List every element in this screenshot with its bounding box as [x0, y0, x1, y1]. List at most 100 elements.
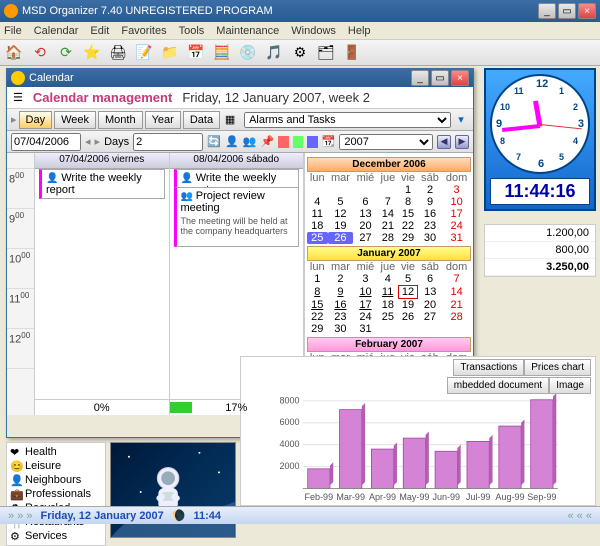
- days-label: Days: [104, 136, 129, 148]
- back-icon[interactable]: ⟲: [30, 43, 50, 63]
- menu-help[interactable]: Help: [348, 25, 371, 37]
- tab-transactions[interactable]: Transactions: [453, 359, 524, 376]
- disc-icon[interactable]: 💿: [238, 43, 258, 63]
- menu-favorites[interactable]: Favorites: [121, 25, 166, 37]
- clock-time: 11:44:16: [490, 178, 590, 205]
- exit-icon[interactable]: 🚪: [342, 43, 362, 63]
- hour-hand: [533, 100, 542, 126]
- color1-icon[interactable]: [278, 136, 288, 148]
- minical-jan-grid[interactable]: lunmarmiéjueviesábdom 1234567 8910111213…: [307, 261, 471, 335]
- forward-icon[interactable]: ⟳: [56, 43, 76, 63]
- list-item[interactable]: ❤Health: [9, 445, 103, 459]
- calendar-window-icon: [11, 71, 25, 85]
- svg-text:8000: 8000: [280, 395, 300, 405]
- folder-icon[interactable]: 📁: [160, 43, 180, 63]
- briefcase-icon: 💼: [10, 488, 22, 500]
- svg-text:2000: 2000: [280, 461, 300, 471]
- date-next-icon[interactable]: ▸: [95, 135, 101, 148]
- grid-icon[interactable]: ▦: [222, 112, 238, 128]
- calendar-titlebar[interactable]: Calendar _ ▭ ×: [7, 69, 473, 87]
- calendar-header: ☰ Calendar management Friday, 12 January…: [7, 87, 473, 109]
- svg-text:Aug-99: Aug-99: [495, 492, 524, 502]
- year-prev-icon[interactable]: ◀: [437, 135, 451, 149]
- view-month-button[interactable]: Month: [98, 111, 143, 129]
- group-icon[interactable]: 👥: [243, 134, 257, 150]
- music-icon[interactable]: 🎵: [264, 43, 284, 63]
- date-input[interactable]: [11, 133, 81, 151]
- print-icon[interactable]: 🖨: [108, 43, 128, 63]
- date-prev-icon[interactable]: ◂: [85, 135, 91, 148]
- calc-icon[interactable]: 🧮: [212, 43, 232, 63]
- menu-file[interactable]: File: [4, 25, 22, 37]
- color2-icon[interactable]: [293, 136, 303, 148]
- clock-face: 12 3 6 9 1 2 4 5 7 8 10 11: [490, 74, 590, 174]
- view-day-button[interactable]: Day: [19, 111, 53, 129]
- event-item[interactable]: 👥 Project review meetingThe meeting will…: [174, 187, 300, 247]
- tab-embedded-doc[interactable]: mbedded document: [447, 377, 549, 394]
- money-panel: 1.200,00 800,00 3.250,00: [484, 224, 596, 277]
- today-icon[interactable]: 📆: [322, 134, 336, 150]
- clock-widget: 12 3 6 9 1 2 4 5 7 8 10 11 11:44:16: [484, 68, 596, 211]
- heart-icon: ❤: [10, 446, 22, 458]
- money-value: 3.250,00: [485, 259, 595, 276]
- cal-maximize-button[interactable]: ▭: [431, 70, 449, 86]
- dropdown-icon[interactable]: ▾: [453, 112, 469, 128]
- favorite-icon[interactable]: ⭐: [82, 43, 102, 63]
- close-button[interactable]: ×: [578, 3, 596, 19]
- menu-windows[interactable]: Windows: [291, 25, 336, 37]
- cal-close-button[interactable]: ×: [451, 70, 469, 86]
- maximize-button[interactable]: ▭: [558, 3, 576, 19]
- day1-events[interactable]: 👤 Write the weekly report: [35, 169, 169, 399]
- tab-image[interactable]: Image: [549, 377, 591, 394]
- color3-icon[interactable]: [307, 136, 317, 148]
- filter-select[interactable]: Alarms and Tasks: [244, 112, 451, 128]
- edit-icon[interactable]: 📝: [134, 43, 154, 63]
- app-title: MSD Organizer 7.40 UNREGISTERED PROGRAM: [22, 5, 538, 17]
- cards-icon[interactable]: 🗂: [316, 43, 336, 63]
- calendar-window-title: Calendar: [29, 72, 411, 84]
- event-item[interactable]: 👤 Write the weekly report: [39, 169, 165, 199]
- tab-prices[interactable]: Prices chart: [524, 359, 591, 376]
- list-item[interactable]: 👤Neighbours: [9, 473, 103, 487]
- hour-12: 1200: [7, 329, 34, 369]
- list-icon[interactable]: ☰: [13, 91, 23, 104]
- menu-edit[interactable]: Edit: [90, 25, 109, 37]
- view-toolbar: ▸ Day Week Month Year Data ▦ Alarms and …: [7, 109, 473, 131]
- day1-header: 07/04/2006 viernes: [35, 153, 169, 169]
- status-time: 11:44: [194, 510, 222, 522]
- minical-dec-grid[interactable]: lunmarmiéjueviesábdom 123 45678910 11121…: [307, 172, 471, 244]
- list-item[interactable]: 😊Leisure: [9, 459, 103, 473]
- view-year-button[interactable]: Year: [145, 111, 181, 129]
- menu-maintenance[interactable]: Maintenance: [216, 25, 279, 37]
- svg-text:6000: 6000: [280, 417, 300, 427]
- person-add-icon[interactable]: 👤: [225, 134, 239, 150]
- calendar-icon[interactable]: 📅: [186, 43, 206, 63]
- calendar-date-label: Friday, 12 January 2007, week 2: [182, 90, 370, 105]
- svg-text:Mar-99: Mar-99: [336, 492, 365, 502]
- menu-tools[interactable]: Tools: [179, 25, 205, 37]
- money-value: 800,00: [485, 242, 595, 259]
- hour-8: 800: [7, 169, 34, 209]
- home-icon[interactable]: 🏠: [4, 43, 24, 63]
- gear-icon[interactable]: ⚙: [290, 43, 310, 63]
- days-input[interactable]: [133, 133, 203, 151]
- year-next-icon[interactable]: ▶: [455, 135, 469, 149]
- year-select[interactable]: 2007: [339, 134, 433, 150]
- minimize-button[interactable]: _: [538, 3, 556, 19]
- status-bar: » » » Friday, 12 January 2007 🌘 11:44 « …: [0, 506, 600, 524]
- svg-text:May-99: May-99: [399, 492, 429, 502]
- category-list: ❤Health 😊Leisure 👤Neighbours 💼Profession…: [6, 442, 106, 546]
- chart-panel: Transactions Prices chart mbedded docume…: [240, 356, 596, 506]
- pin-icon[interactable]: 📌: [261, 134, 275, 150]
- refresh-icon[interactable]: 🔄: [207, 134, 221, 150]
- list-item[interactable]: 💼Professionals: [9, 487, 103, 501]
- cal-minimize-button[interactable]: _: [411, 70, 429, 86]
- list-item[interactable]: ⚙Services: [9, 529, 103, 543]
- main-toolbar: 🏠 ⟲ ⟳ ⭐ 🖨 📝 📁 📅 🧮 💿 🎵 ⚙ 🗂 🚪: [0, 40, 600, 66]
- collapse-icon[interactable]: ▸: [11, 113, 17, 126]
- view-week-button[interactable]: Week: [54, 111, 96, 129]
- app-icon: [4, 4, 18, 18]
- day1-progress: 0%: [35, 399, 169, 415]
- menu-calendar[interactable]: Calendar: [34, 25, 79, 37]
- view-data-button[interactable]: Data: [183, 111, 220, 129]
